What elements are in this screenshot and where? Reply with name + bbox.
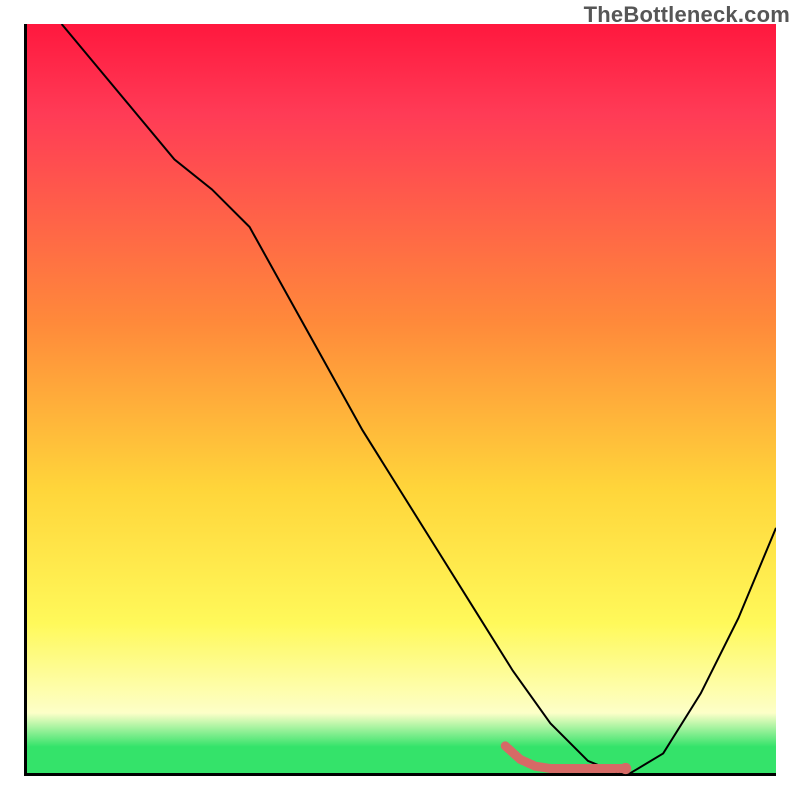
bottleneck-curve [62,24,776,776]
target-dashed-line [505,746,625,769]
chart-overlay [24,24,776,776]
chart-plot-area [24,24,776,776]
target-dashed-end-dot [620,763,631,774]
